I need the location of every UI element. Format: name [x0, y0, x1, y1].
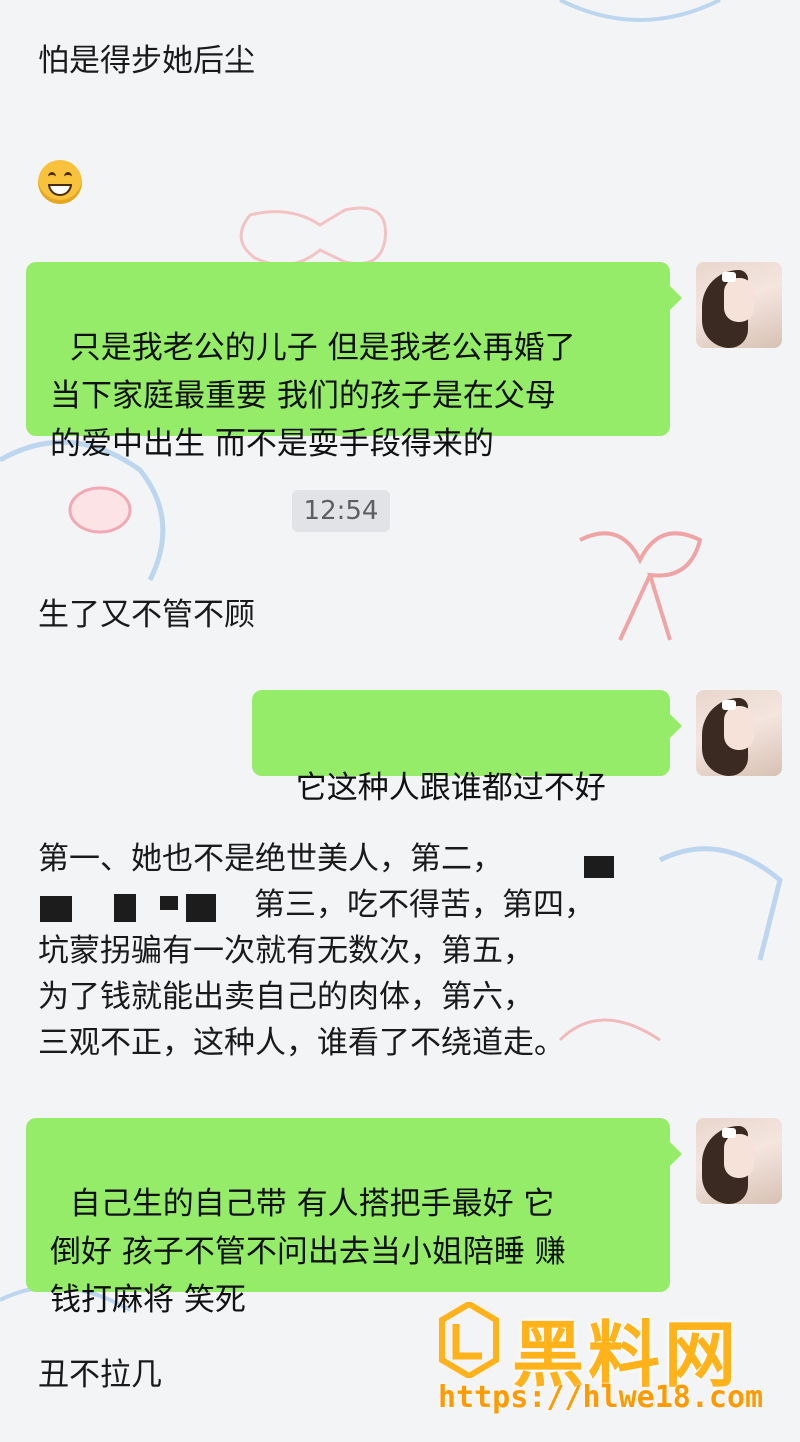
- redaction-block: [114, 894, 136, 922]
- outgoing-message-bubble[interactable]: 只是我老公的儿子 但是我老公再婚了 当下家庭最重要 我们的孩子是在父母 的爱中出…: [26, 262, 682, 462]
- redaction-block: [584, 856, 614, 878]
- message-text-6-line3: 坑蒙拐骗有一次就有无数次，第五， 为了钱就能出卖自己的肉体，第六， 三观不正，这…: [38, 933, 565, 1061]
- redaction-block: [40, 896, 72, 922]
- message-text-6-line2: 第三，吃不得苦，第四，: [254, 887, 595, 923]
- grinning-face-emoji-icon: [38, 160, 82, 204]
- redaction-block: [160, 896, 178, 910]
- message-text-6-line1: 第一、她也不是绝世美人，第二，: [38, 841, 503, 877]
- redaction-block: [186, 894, 216, 922]
- user-avatar[interactable]: [696, 1118, 782, 1204]
- watermark-logo-icon: [439, 1302, 499, 1378]
- message-text-4: 生了又不管不顾: [38, 597, 255, 633]
- timestamp: 12:54: [292, 490, 390, 532]
- message-text-7: 自己生的自己带 有人搭把手最好 它 倒好 孩子不管不问出去当小姐陪睡 赚 钱打麻…: [50, 1186, 566, 1318]
- message-text-3: 只是我老公的儿子 但是我老公再婚了 当下家庭最重要 我们的孩子是在父母 的爱中出…: [50, 330, 576, 462]
- outgoing-message-bubble[interactable]: 它这种人跟谁都过不好: [252, 690, 682, 806]
- watermark-url[interactable]: https://hlwe18.com: [438, 1380, 763, 1415]
- message-text-5: 它这种人跟谁都过不好: [295, 770, 606, 806]
- user-avatar[interactable]: [696, 262, 782, 348]
- message-text-8: 丑不拉几: [38, 1357, 162, 1393]
- message-text-1: 怕是得步她后尘: [38, 43, 255, 79]
- user-avatar[interactable]: [696, 690, 782, 776]
- outgoing-message-bubble[interactable]: 自己生的自己带 有人搭把手最好 它 倒好 孩子不管不问出去当小姐陪睡 赚 钱打麻…: [26, 1118, 682, 1318]
